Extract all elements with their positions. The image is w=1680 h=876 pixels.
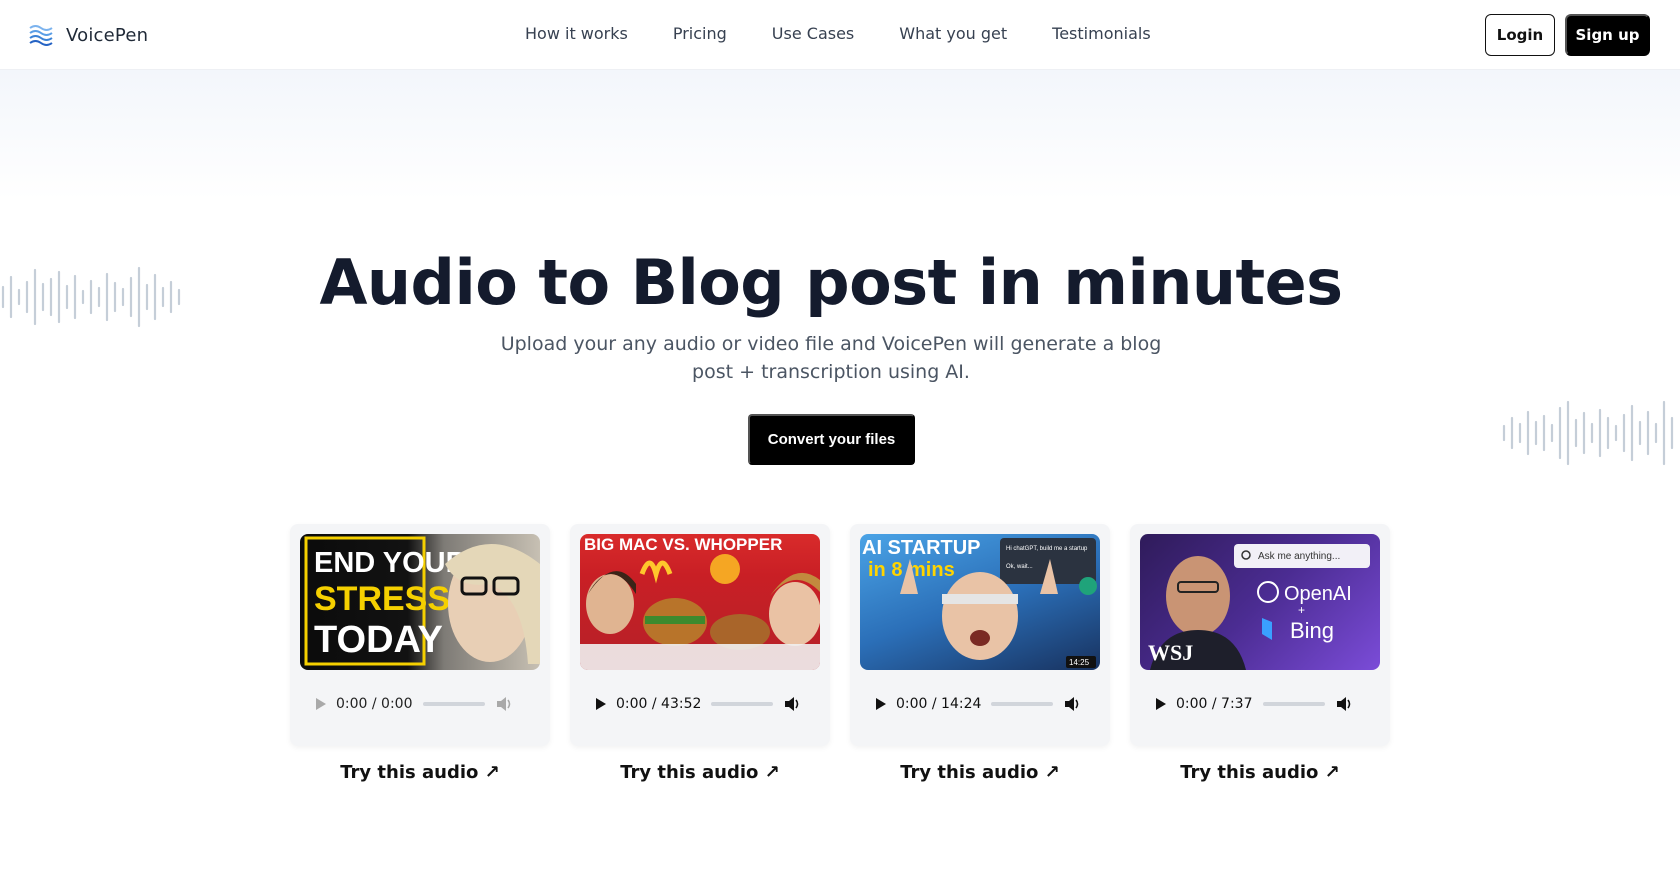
audio-time-4: 0:00 / 7:37 bbox=[1176, 696, 1253, 712]
play-icon[interactable] bbox=[1156, 698, 1166, 710]
hero-background bbox=[0, 70, 1680, 200]
hero-subtitle-line-2: post + transcription using AI. bbox=[692, 361, 970, 383]
audio-progress-4[interactable] bbox=[1262, 702, 1325, 706]
thumb-4-line-1: OpenAI bbox=[1284, 583, 1352, 605]
thumb-3-chat-2: Ok, wait... bbox=[1006, 564, 1033, 570]
play-icon[interactable] bbox=[876, 698, 886, 710]
thumb-3-chat-1: Hi chatGPT, build me a startup bbox=[1006, 546, 1088, 552]
sample-card-1: END YOUR STRESS TODAY 0:00 / 0:00 bbox=[290, 524, 550, 746]
nav-what-you-get[interactable]: What you get bbox=[899, 24, 1007, 43]
hero-title: Audio to Blog post in minutes bbox=[319, 246, 1343, 319]
signup-button[interactable]: Sign up bbox=[1565, 14, 1650, 56]
sample-card-2: BIG MAC VS. WHOPPER 0:00 / 43:52 bbox=[570, 524, 830, 746]
nav-pricing[interactable]: Pricing bbox=[673, 24, 727, 43]
audio-player-2: 0:00 / 43:52 bbox=[584, 684, 816, 724]
try-audio-link-1[interactable]: Try this audio ↗ bbox=[290, 762, 550, 783]
volume-icon[interactable] bbox=[1335, 695, 1353, 713]
try-audio-link-3[interactable]: Try this audio ↗ bbox=[850, 762, 1110, 783]
brand-logo[interactable]: VoicePen bbox=[28, 22, 148, 48]
thumb-1-line-1: END YOUR bbox=[314, 547, 467, 579]
main-nav: How it works Pricing Use Cases What you … bbox=[525, 24, 1151, 43]
thumb-4-search: Ask me anything... bbox=[1258, 551, 1340, 562]
hero-subtitle: Upload your any audio or video file and … bbox=[0, 330, 1662, 386]
volume-icon[interactable] bbox=[1063, 695, 1081, 713]
sample-thumbnail-3: AI STARTUP in 8 mins Hi chatGPT, build m… bbox=[860, 534, 1100, 670]
thumb-1-line-2: STRESS bbox=[314, 580, 450, 618]
audio-player-1: 0:00 / 0:00 bbox=[304, 684, 536, 724]
volume-icon[interactable] bbox=[783, 695, 801, 713]
audio-progress-1[interactable] bbox=[422, 702, 485, 706]
thumb-3-duration: 14:25 bbox=[1069, 658, 1090, 667]
thumb-1-line-3: TODAY bbox=[314, 619, 443, 661]
waves-icon bbox=[29, 25, 53, 46]
hero-subtitle-line-1: Upload your any audio or video file and … bbox=[500, 333, 1162, 355]
waveform-decoration-right bbox=[1502, 400, 1674, 466]
nav-use-cases[interactable]: Use Cases bbox=[772, 24, 854, 43]
sample-card-3: AI STARTUP in 8 mins Hi chatGPT, build m… bbox=[850, 524, 1110, 746]
audio-time-2: 0:00 / 43:52 bbox=[616, 696, 702, 712]
audio-time-1: 0:00 / 0:00 bbox=[336, 696, 413, 712]
play-icon[interactable] bbox=[596, 698, 606, 710]
sample-thumbnail-2: BIG MAC VS. WHOPPER bbox=[580, 534, 820, 670]
sample-thumbnail-4: Ask me anything... WSJ OpenAI + Bing bbox=[1140, 534, 1380, 670]
thumb-3-line-1: AI STARTUP bbox=[862, 537, 981, 559]
sample-thumbnail-1: END YOUR STRESS TODAY bbox=[300, 534, 540, 670]
audio-progress-2[interactable] bbox=[711, 702, 774, 706]
thumb-4-line-2: + bbox=[1298, 603, 1305, 617]
nav-testimonials[interactable]: Testimonials bbox=[1052, 24, 1151, 43]
volume-icon[interactable] bbox=[495, 695, 513, 713]
thumb-4-brand: WSJ bbox=[1148, 640, 1193, 665]
thumb-4-line-3: Bing bbox=[1290, 618, 1334, 643]
try-audio-link-4[interactable]: Try this audio ↗ bbox=[1130, 762, 1390, 783]
sample-card-4: Ask me anything... WSJ OpenAI + Bing 0:0… bbox=[1130, 524, 1390, 746]
convert-files-button[interactable]: Convert your files bbox=[748, 414, 915, 465]
nav-how-it-works[interactable]: How it works bbox=[525, 24, 628, 43]
site-header: VoicePen How it works Pricing Use Cases … bbox=[0, 0, 1680, 70]
brand-name: VoicePen bbox=[66, 24, 149, 46]
audio-time-3: 0:00 / 14:24 bbox=[896, 696, 982, 712]
audio-progress-3[interactable] bbox=[991, 702, 1054, 706]
try-audio-link-2[interactable]: Try this audio ↗ bbox=[570, 762, 830, 783]
audio-player-3: 0:00 / 14:24 bbox=[864, 684, 1096, 724]
play-icon[interactable] bbox=[316, 698, 326, 710]
login-button[interactable]: Login bbox=[1485, 14, 1555, 56]
thumb-2-line-1: BIG MAC VS. WHOPPER bbox=[584, 535, 782, 554]
audio-player-4: 0:00 / 7:37 bbox=[1144, 684, 1376, 724]
